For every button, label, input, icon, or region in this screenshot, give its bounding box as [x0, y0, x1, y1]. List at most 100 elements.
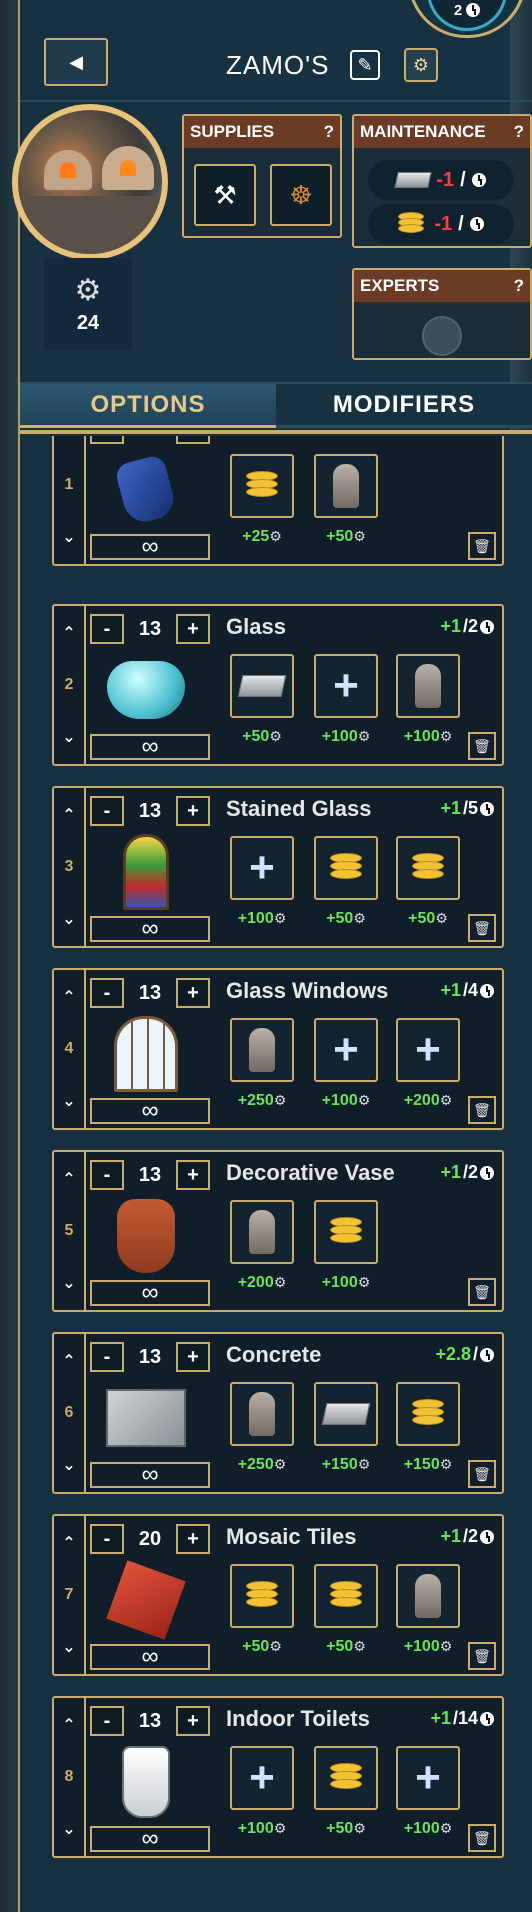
cogs-icon: ⚙ [273, 1274, 287, 1290]
move-up-icon[interactable]: ⌃ [62, 1715, 75, 1735]
move-down-icon[interactable]: ⌄ [62, 1637, 75, 1657]
delete-button[interactable]: 🗑 [468, 1278, 496, 1306]
quantity-increase-button[interactable]: + [176, 1524, 210, 1554]
resource-slot[interactable] [396, 1564, 460, 1628]
move-down-icon[interactable]: ⌄ [62, 1273, 75, 1293]
resource-bonus: +100⚙ [314, 1274, 378, 1292]
maintenance-ingot-value: -1 [436, 168, 455, 191]
move-up-icon[interactable]: ⌃ [62, 987, 75, 1007]
move-up-icon[interactable]: ⌃ [62, 623, 75, 643]
move-down-icon[interactable]: ⌄ [62, 527, 75, 547]
delete-button[interactable]: 🗑 [468, 1824, 496, 1852]
resource-slot[interactable]: + [230, 1746, 294, 1810]
resource-slot[interactable]: + [314, 1018, 378, 1082]
resource-slot[interactable] [314, 1564, 378, 1628]
move-up-icon[interactable]: ⌃ [62, 1169, 75, 1189]
row-order-controls: ⌃ 8 ⌄ [54, 1698, 86, 1856]
experts-help[interactable]: ? [514, 276, 524, 296]
coin-icon [326, 851, 366, 885]
quantity-decrease-button[interactable]: - [90, 1160, 124, 1190]
bonus-value: +50 [242, 728, 270, 745]
repeat-infinite-button[interactable]: ∞ [90, 1643, 210, 1670]
quantity-increase-button[interactable]: + [176, 978, 210, 1008]
delete-button[interactable]: 🗑 [468, 732, 496, 760]
resource-slot[interactable]: + [396, 1746, 460, 1810]
resource-slot[interactable] [230, 454, 294, 518]
quantity-decrease-button[interactable]: - [90, 796, 124, 826]
resource-slot[interactable] [314, 1382, 378, 1446]
supply-slot-tools[interactable]: ⚒ [194, 164, 256, 226]
quantity-increase-button[interactable]: + [176, 1342, 210, 1372]
clock-icon [480, 1711, 494, 1726]
resource-slot[interactable] [314, 836, 378, 900]
item-name: Glass Windows [226, 978, 389, 1003]
resource-slot[interactable] [314, 1746, 378, 1810]
repeat-infinite-button[interactable]: ∞ [90, 1279, 210, 1306]
resource-slot[interactable]: + [314, 654, 378, 718]
supplies-help[interactable]: ? [324, 122, 334, 142]
delete-button[interactable]: 🗑 [468, 1096, 496, 1124]
move-up-icon[interactable]: ⌃ [62, 1533, 75, 1553]
quantity-decrease-button[interactable]: - [90, 1342, 124, 1372]
repeat-infinite-button[interactable]: ∞ [90, 533, 210, 560]
resource-slot[interactable] [230, 1564, 294, 1628]
quantity-increase-button[interactable]: + [176, 796, 210, 826]
move-down-icon[interactable]: ⌄ [62, 727, 75, 747]
clock-icon [466, 3, 481, 17]
item-rate: +1/5 [440, 798, 494, 819]
repeat-infinite-button[interactable]: ∞ [90, 1461, 210, 1488]
move-down-icon[interactable]: ⌄ [62, 1819, 75, 1839]
back-button[interactable]: ◀ [44, 38, 108, 86]
repeat-infinite-button[interactable]: ∞ [90, 915, 210, 942]
resource-bonus: +50⚙ [230, 728, 294, 746]
settings-button[interactable]: ⚙ [404, 48, 438, 82]
resource-slot[interactable]: + [230, 836, 294, 900]
repeat-infinite-button[interactable]: ∞ [90, 1097, 210, 1124]
quantity-increase-button[interactable]: + [176, 1706, 210, 1736]
delete-button[interactable]: 🗑 [468, 532, 496, 560]
resource-slot[interactable]: + [396, 1018, 460, 1082]
quantity-value: 13 [138, 1164, 162, 1186]
resource-slot[interactable] [396, 1382, 460, 1446]
resource-slot[interactable] [396, 654, 460, 718]
supply-slot-wheel[interactable]: ☸ [270, 164, 332, 226]
quantity-increase-button[interactable]: + [176, 614, 210, 644]
repeat-infinite-button[interactable]: ∞ [90, 1825, 210, 1852]
resource-bonus: +200⚙ [396, 1092, 460, 1110]
move-up-icon[interactable]: ⌃ [62, 1351, 75, 1371]
resource-slot[interactable] [396, 836, 460, 900]
maintenance-row-coin: -1 / [368, 204, 514, 244]
move-down-icon[interactable]: ⌄ [62, 1455, 75, 1475]
delete-button[interactable]: 🗑 [468, 914, 496, 942]
resource-slot[interactable] [314, 454, 378, 518]
resource-slot[interactable] [230, 654, 294, 718]
resource-slot[interactable] [230, 1200, 294, 1264]
delete-button[interactable]: 🗑 [468, 1642, 496, 1670]
bonus-value: +250 [237, 1456, 274, 1473]
repeat-infinite-button[interactable]: ∞ [90, 733, 210, 760]
cogs-icon: ⚙ [357, 1274, 371, 1290]
move-up-icon[interactable]: ⌃ [62, 805, 75, 825]
resource-slot[interactable] [314, 1200, 378, 1264]
move-down-icon[interactable]: ⌄ [62, 1091, 75, 1111]
coin-icon [326, 1215, 366, 1249]
edit-name-button[interactable]: ✎ [350, 50, 380, 80]
tab-options[interactable]: OPTIONS [20, 384, 276, 428]
maintenance-help[interactable]: ? [514, 122, 524, 142]
resource-slot[interactable] [230, 1018, 294, 1082]
quantity-increase-button[interactable]: + [176, 1160, 210, 1190]
building-level-box[interactable]: ⚙ 24 [44, 258, 132, 350]
move-down-icon[interactable]: ⌄ [62, 909, 75, 929]
quantity-decrease-button[interactable]: - [90, 978, 124, 1008]
resource-slot[interactable] [230, 1382, 294, 1446]
tab-modifiers[interactable]: MODIFIERS [276, 384, 532, 428]
item-image [100, 1378, 192, 1458]
expert-avatar-slot[interactable] [422, 316, 462, 356]
bonus-value: +100 [403, 728, 440, 745]
quantity-decrease-button[interactable]: - [90, 614, 124, 644]
quantity-decrease-button[interactable]: - [90, 1524, 124, 1554]
quantity-decrease-button[interactable]: - [90, 1706, 124, 1736]
rate-plus: +1 [440, 798, 461, 818]
timer-value: 2 [453, 1, 463, 19]
delete-button[interactable]: 🗑 [468, 1460, 496, 1488]
